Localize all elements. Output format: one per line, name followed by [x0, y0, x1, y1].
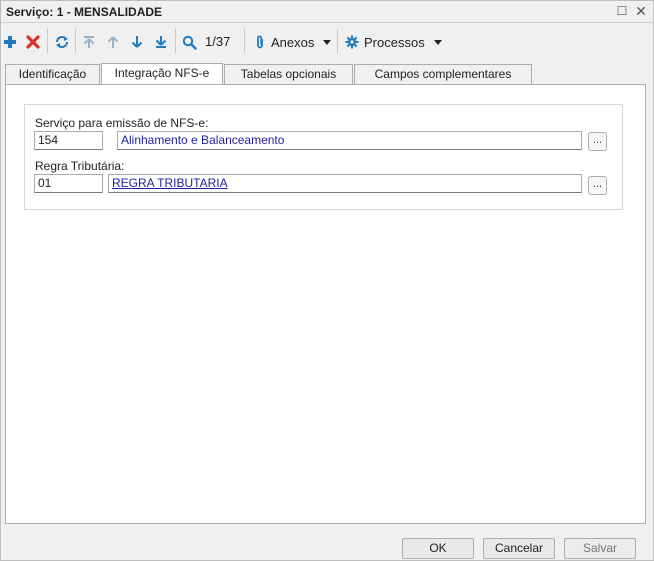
title-bar: Serviço: 1 - MENSALIDADE ☐ ✕ [1, 1, 653, 23]
arrow-last-icon [155, 36, 167, 48]
processes-label: Processos [364, 34, 425, 50]
service-description-field[interactable]: Alinhamento e Balanceamento [117, 131, 582, 150]
tab-campos-complementares[interactable]: Campos complementares [354, 64, 532, 84]
toolbar-separator [75, 29, 76, 53]
cancel-button[interactable]: Cancelar [483, 538, 555, 559]
tab-tabelas-opcionais[interactable]: Tabelas opcionais [224, 64, 353, 84]
delete-button[interactable] [24, 32, 42, 52]
tab-integracao-nfse[interactable]: Integração NFS-e [101, 63, 223, 85]
tax-rule-link[interactable]: REGRA TRIBUTARIA [108, 174, 582, 193]
tax-rule-code-field[interactable]: 01 [34, 174, 103, 193]
arrow-up-icon [107, 36, 119, 48]
refresh-button[interactable] [53, 32, 71, 52]
search-icon [182, 35, 197, 50]
toolbar-separator [175, 29, 176, 53]
tax-rule-label: Regra Tributária: [35, 159, 125, 173]
toolbar-separator [337, 29, 338, 53]
dialog-window: Serviço: 1 - MENSALIDADE ☐ ✕ 1/37 Anexos… [0, 0, 654, 561]
nfse-group: Serviço para emissão de NFS-e: 154 Alinh… [24, 104, 623, 210]
tab-panel: Serviço para emissão de NFS-e: 154 Alinh… [5, 84, 646, 524]
ok-button[interactable]: OK [402, 538, 474, 559]
tab-identificacao[interactable]: Identificação [5, 64, 100, 84]
toolbar-separator [47, 29, 48, 53]
x-icon [26, 35, 40, 49]
last-record-button[interactable] [152, 32, 170, 52]
plus-icon [4, 36, 16, 48]
tax-rule-lookup-button[interactable]: ... [588, 176, 607, 195]
save-button[interactable]: Salvar [564, 538, 636, 559]
processes-menu[interactable]: Processos [345, 32, 442, 52]
paperclip-icon [257, 35, 263, 48]
maximize-button[interactable]: ☐ [614, 3, 630, 19]
toolbar-separator [244, 29, 245, 53]
chevron-down-icon [433, 39, 442, 45]
record-position: 1/37 [205, 34, 231, 49]
toolbar: 1/37 Anexos Processos [1, 24, 653, 60]
service-lookup-button[interactable]: ... [588, 132, 607, 151]
attachments-menu[interactable]: Anexos [255, 32, 332, 52]
service-label: Serviço para emissão de NFS-e: [35, 116, 209, 130]
chevron-down-icon [323, 39, 332, 45]
arrow-first-icon [83, 36, 95, 48]
gear-icon [345, 35, 359, 49]
previous-record-button[interactable] [104, 32, 122, 52]
service-code-field[interactable]: 154 [34, 131, 103, 150]
attachments-label: Anexos [271, 34, 315, 50]
first-record-button[interactable] [80, 32, 98, 52]
add-button[interactable] [1, 32, 19, 52]
refresh-icon [56, 36, 68, 48]
next-record-button[interactable] [128, 32, 146, 52]
window-title: Serviço: 1 - MENSALIDADE [6, 5, 163, 19]
arrow-down-icon [131, 36, 143, 48]
close-button[interactable]: ✕ [633, 3, 649, 19]
search-button[interactable] [180, 32, 198, 52]
